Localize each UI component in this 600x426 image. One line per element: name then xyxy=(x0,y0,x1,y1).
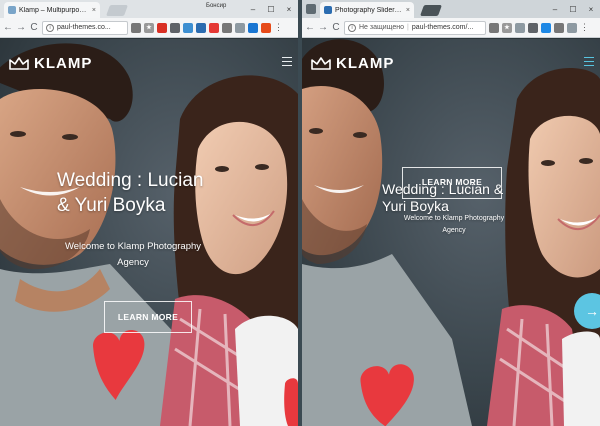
search-page-icon[interactable] xyxy=(131,22,141,33)
mail-extension-icon[interactable] xyxy=(261,22,271,33)
translate-extension-icon[interactable] xyxy=(183,22,193,33)
forward-button[interactable]: → xyxy=(16,22,26,33)
cast-extension-icon[interactable] xyxy=(235,22,245,33)
left-slide-subtitle: Welcome to Klamp Photography Agency xyxy=(58,239,208,271)
left-hero-photo xyxy=(0,43,298,426)
left-hero-slide: KLAMP Wedding : Lucian & Yuri Boyka Welc… xyxy=(0,39,298,426)
new-tab-button[interactable] xyxy=(105,5,129,16)
right-browser-window: Photography Slider – Kl × – ☐ × ← → C i … xyxy=(302,0,600,426)
right-site-logo[interactable]: KLAMP xyxy=(311,55,394,72)
left-titlebar: Klamp – Multipurpose H × Бонсир – ☐ × xyxy=(0,0,298,18)
right-toolbar: ← → C i Не защищено | paul-themes.com/..… xyxy=(302,18,600,38)
browser-menu-icon[interactable]: ⋮ xyxy=(274,22,283,33)
tab-close-icon[interactable]: × xyxy=(92,7,96,14)
left-window-controls: – ☐ × xyxy=(244,0,298,18)
left-tab[interactable]: Klamp – Multipurpose H × xyxy=(4,2,100,18)
tab-favicon-icon xyxy=(8,6,16,14)
left-logo-text: KLAMP xyxy=(34,55,93,72)
right-tab-title: Photography Slider – Kl xyxy=(335,6,403,14)
right-hero-slide: KLAMP LEARN MORE Wedding : Lucian & Yuri… xyxy=(302,39,600,426)
right-tab[interactable]: Photography Slider – Kl × xyxy=(320,2,414,18)
minimize-button[interactable]: – xyxy=(244,5,262,14)
site-info-icon[interactable]: i xyxy=(46,23,54,32)
right-subtitle-line2: Agency xyxy=(442,227,466,234)
right-slide-subtitle: Welcome to Klamp Photography Agency xyxy=(396,213,512,237)
left-address-bar[interactable]: i paul-themes.co... xyxy=(42,20,128,35)
forward-button[interactable]: → xyxy=(318,22,328,33)
reload-button[interactable]: C xyxy=(29,22,39,33)
left-subtitle-line2: Agency xyxy=(117,257,149,268)
back-button[interactable]: ← xyxy=(3,22,13,33)
right-slide-headline: Wedding : Lucian & Yuri Boyka xyxy=(382,181,503,215)
address-separator: | xyxy=(407,24,409,31)
right-headline-line1: Wedding : Lucian & xyxy=(382,181,504,197)
crown-logo-icon xyxy=(9,56,29,70)
left-headline-line1: Wedding : Lucian xyxy=(57,170,204,191)
star-bookmark-icon[interactable]: ★ xyxy=(502,22,512,33)
right-address-bar[interactable]: i Не защищено | paul-themes.com/... xyxy=(344,20,486,35)
adblock-extension-icon[interactable] xyxy=(157,22,167,33)
left-hamburger-menu-icon[interactable] xyxy=(282,57,292,69)
left-subtitle-line1: Welcome to Klamp Photography xyxy=(64,241,202,252)
skype-extension-icon[interactable] xyxy=(196,22,206,33)
close-window-button[interactable]: × xyxy=(280,5,298,14)
reload-button[interactable]: C xyxy=(331,22,341,33)
back-button[interactable]: ← xyxy=(305,22,315,33)
tab-close-icon[interactable]: × xyxy=(406,7,410,14)
close-window-button[interactable]: × xyxy=(582,5,600,14)
right-logo-text: KLAMP xyxy=(336,55,395,72)
left-toolbar: ← → C i paul-themes.co... ★ ⋮ xyxy=(0,18,298,38)
wrench-extension-icon[interactable] xyxy=(222,22,232,33)
right-subtitle-line1: Welcome to Klamp Photography xyxy=(403,215,505,222)
screen: Klamp – Multipurpose H × Бонсир – ☐ × ← … xyxy=(0,0,600,426)
maximize-button[interactable]: ☐ xyxy=(262,5,280,14)
left-browser-window: Klamp – Multipurpose H × Бонсир – ☐ × ← … xyxy=(0,0,298,426)
doc-extension-icon[interactable] xyxy=(248,22,258,33)
left-url-text: paul-themes.co... xyxy=(57,24,111,31)
cast-extension-icon[interactable] xyxy=(515,22,525,33)
right-url-text: paul-themes.com/... xyxy=(411,24,474,31)
minimize-button[interactable]: – xyxy=(546,5,564,14)
right-hamburger-menu-icon[interactable] xyxy=(584,57,594,69)
doc-extension-icon[interactable] xyxy=(567,22,577,33)
site-info-icon[interactable]: i xyxy=(348,23,356,32)
new-tab-button[interactable] xyxy=(419,5,443,16)
search-page-icon[interactable] xyxy=(489,22,499,33)
left-site-logo[interactable]: KLAMP xyxy=(9,55,92,72)
screenshot-extension-icon[interactable] xyxy=(170,22,180,33)
screenshot-extension-icon[interactable] xyxy=(528,22,538,33)
not-secure-label: Не защищено xyxy=(359,24,404,31)
opera-extension-icon[interactable] xyxy=(209,22,219,33)
right-window-controls: – ☐ × xyxy=(546,0,600,18)
browser-menu-icon[interactable]: ⋮ xyxy=(580,22,589,33)
user-avatar-icon[interactable] xyxy=(306,4,316,14)
tab-favicon-icon xyxy=(324,6,332,14)
star-bookmark-icon[interactable]: ★ xyxy=(144,22,154,33)
right-titlebar: Photography Slider – Kl × – ☐ × xyxy=(302,0,600,18)
skype-extension-icon[interactable] xyxy=(541,22,551,33)
crown-logo-icon xyxy=(311,56,331,70)
maximize-button[interactable]: ☐ xyxy=(564,5,582,14)
left-slide-headline: Wedding : Lucian & Yuri Boyka xyxy=(57,168,203,218)
left-headline-line2: & Yuri Boyka xyxy=(57,195,166,216)
left-tab-title: Klamp – Multipurpose H xyxy=(19,6,89,14)
wrench-extension-icon[interactable] xyxy=(554,22,564,33)
left-learn-more-button[interactable]: LEARN MORE xyxy=(104,301,192,333)
user-profile-label[interactable]: Бонсир xyxy=(206,3,226,9)
